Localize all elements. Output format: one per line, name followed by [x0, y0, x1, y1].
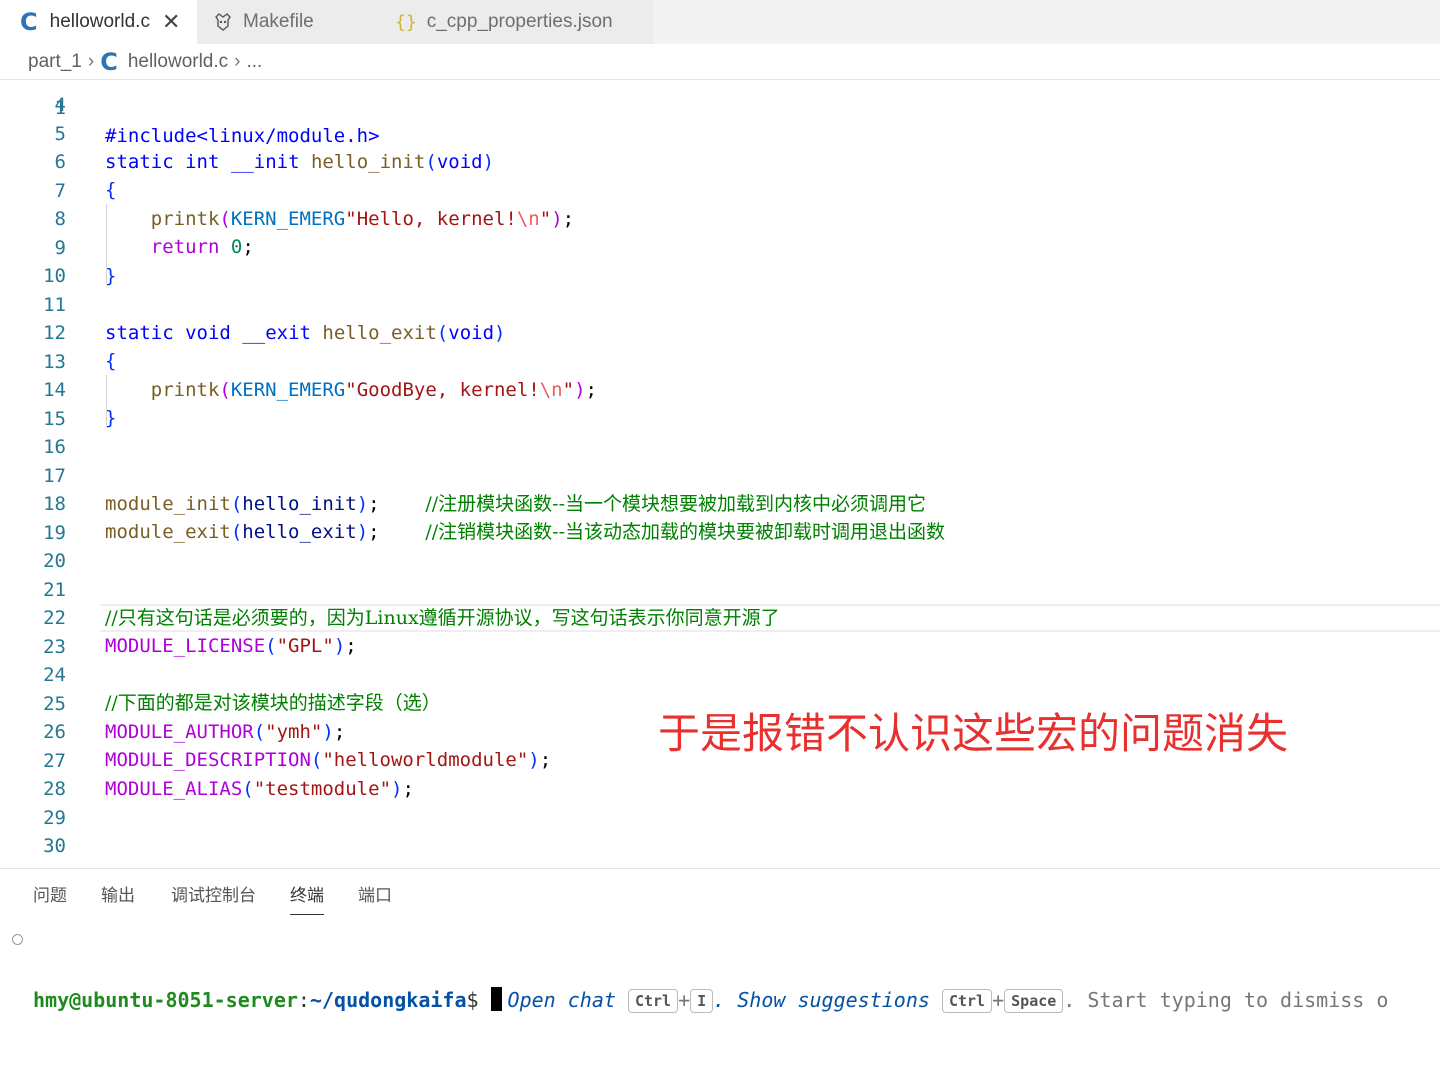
tab-c-cpp-properties[interactable]: {} c_cpp_properties.json: [379, 0, 653, 44]
hint-open-chat: Open chat: [507, 988, 616, 1012]
line-number-row: 21: [0, 576, 1440, 604]
command-decoration-icon[interactable]: [12, 934, 23, 945]
tab-makefile[interactable]: Makefile: [197, 0, 379, 44]
line-number-row: 29: [0, 804, 1440, 832]
tab-label: helloworld.c: [49, 11, 150, 32]
line-number-row: 20: [0, 547, 1440, 575]
code-line: module_init(hello_init); //注册模块函数--当一个模块…: [105, 493, 926, 515]
code-line: {: [105, 179, 117, 201]
code-line: static int __init hello_init(void): [105, 151, 495, 173]
tab-helloworld-c[interactable]: C helloworld.c ✕: [0, 0, 197, 44]
code-line: MODULE_LICENSE("GPL");: [105, 635, 357, 657]
code-line: static void __exit hello_exit(void): [105, 322, 506, 344]
json-braces-icon: {}: [395, 11, 417, 33]
line-number-row: 16: [0, 433, 1440, 461]
line-number: 24: [43, 664, 66, 686]
bottom-panel: 问题 输出 调试控制台 终端 端口 hmy@ubuntu-8051-server…: [0, 868, 1440, 1065]
key-ctrl: Ctrl: [627, 989, 679, 1013]
hint-dismiss: . Start typing to dismiss o: [1063, 988, 1389, 1012]
panel-tabs: 问题 输出 调试控制台 终端 端口: [0, 869, 1440, 915]
key-i: I: [690, 989, 714, 1013]
annotation-text: 于是报错不认识这些宏的问题消失: [658, 709, 1289, 758]
line-number: 4: [54, 94, 66, 116]
code-line: {: [105, 350, 117, 372]
tab-debug-console[interactable]: 调试控制台: [171, 869, 256, 913]
code-line: return 0;: [150, 236, 254, 258]
line-number-row: 30: [0, 832, 1440, 860]
line-number-row: 5: [0, 120, 1440, 148]
key-ctrl: Ctrl: [941, 989, 993, 1013]
line-number: 5: [54, 122, 66, 145]
code-line: printk(KERN_EMERG"GoodBye, kernel!\n");: [150, 379, 597, 401]
hint-show-suggestions: . Show suggestions: [713, 988, 930, 1012]
tab-ports[interactable]: 端口: [358, 869, 392, 913]
terminal-cursor: [490, 987, 502, 1011]
editor-tab-bar: C helloworld.c ✕ Makefile {} c_cpp_prope…: [0, 0, 1440, 44]
code-line: module_exit(hello_exit); //注销模块函数--当该动态加…: [105, 521, 945, 543]
terminal-path: ~/qudongkaifa: [309, 988, 467, 1012]
tab-terminal[interactable]: 终端: [290, 869, 324, 915]
c-language-icon: C: [20, 8, 38, 36]
line-number: 21: [43, 578, 66, 601]
code-line: }: [105, 407, 117, 429]
chevron-right-icon: ›: [87, 50, 95, 72]
close-icon[interactable]: ✕: [162, 9, 180, 35]
terminal-user-host: hmy@ubuntu-8051-server: [33, 988, 298, 1012]
breadcrumb-folder[interactable]: part_1: [28, 51, 82, 73]
terminal-line[interactable]: hmy@ubuntu-8051-server:~/qudongkaifa$ Ope…: [0, 925, 1440, 1013]
tab-output[interactable]: 输出: [101, 869, 135, 913]
line-number: 30: [43, 835, 66, 857]
makefile-icon: [215, 13, 231, 31]
line-number: 17: [43, 464, 66, 487]
breadcrumb: part_1 › C helloworld.c › ...: [0, 44, 1440, 80]
tab-label: Makefile: [243, 11, 314, 32]
code-line: }: [105, 265, 117, 287]
line-number-row: 4: [0, 91, 1440, 119]
line-number-row: 24: [0, 661, 1440, 689]
line-number: 29: [43, 806, 66, 829]
line-number: 16: [43, 436, 66, 458]
tab-problems[interactable]: 问题: [33, 869, 67, 913]
code-line: //只有这句话是必须要的，因为Linux遵循开源协议，写这句话表示你同意开源了: [105, 607, 780, 629]
key-space: Space: [1004, 989, 1064, 1013]
code-line: MODULE_ALIAS("testmodule");: [105, 778, 414, 800]
breadcrumb-file[interactable]: helloworld.c: [128, 51, 228, 73]
line-number: 20: [43, 550, 66, 572]
breadcrumb-more[interactable]: ...: [246, 51, 262, 73]
line-number-row: 17: [0, 462, 1440, 490]
code-line: printk(KERN_EMERG"Hello, kernel!\n");: [150, 208, 575, 230]
line-number-row: 11: [0, 291, 1440, 319]
chevron-right-icon: ›: [234, 50, 241, 72]
line-number: 11: [43, 293, 66, 316]
c-language-icon: C: [100, 47, 118, 76]
tab-label: c_cpp_properties.json: [426, 11, 613, 32]
